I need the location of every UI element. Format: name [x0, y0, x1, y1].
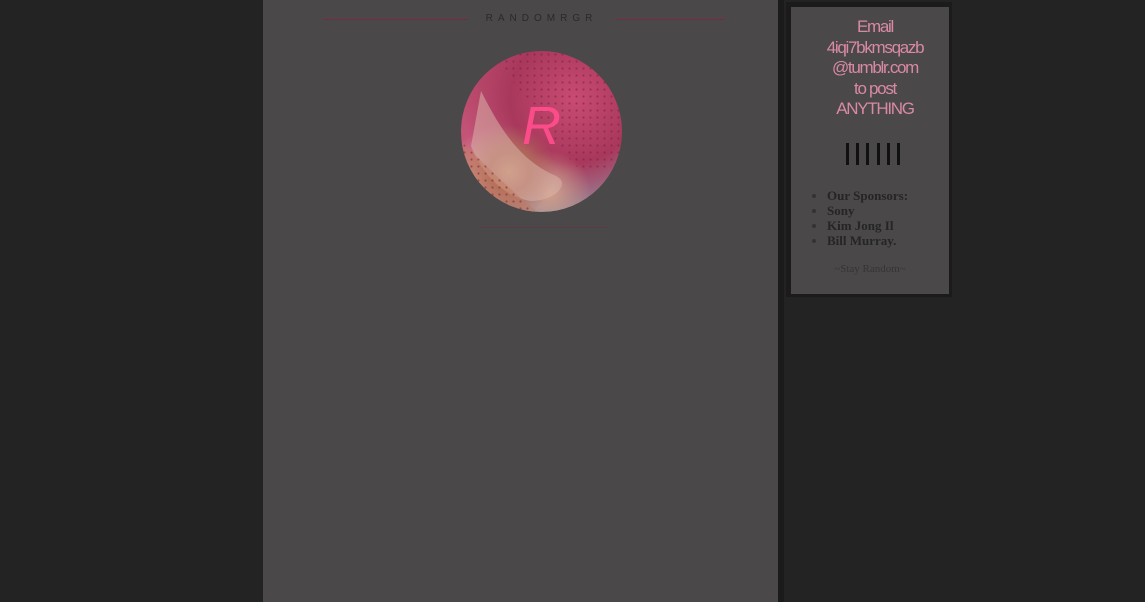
email-line-1: Email — [856, 17, 894, 36]
sponsor-item: Kim Jong Il — [827, 218, 908, 233]
blog-title-link[interactable]: RANDOMRGR — [468, 13, 615, 24]
sponsors-heading: Our Sponsors: — [827, 188, 908, 203]
sponsor-item: Sony — [827, 203, 908, 218]
signoff-text: ~Stay Random~ — [834, 263, 906, 275]
sidebar-panel: Email 4iqi7bkmsqazb @tumblr.com to post … — [791, 7, 949, 294]
avatar-underline — [478, 227, 608, 228]
page: RANDOMRGR R Email 4iqi7bkmsqazb @tumblr.… — [0, 0, 1145, 602]
submit-email-notice: Email 4iqi7bkmsqazb @tumblr.com to post … — [791, 17, 959, 120]
column-divider — [778, 0, 784, 602]
email-line-5: ANYTHING — [836, 99, 915, 118]
sidebar: Email 4iqi7bkmsqazb @tumblr.com to post … — [786, 2, 952, 297]
bar-mark — [866, 143, 870, 165]
main-column: RANDOMRGR R — [263, 0, 778, 602]
blog-header: RANDOMRGR — [263, 10, 778, 30]
email-line-2: 4iqi7bkmsqazb — [826, 37, 925, 57]
bars-divider — [846, 143, 900, 165]
bar-mark — [846, 143, 849, 165]
avatar-letter: R — [522, 96, 561, 156]
sponsor-item: Bill Murray. — [827, 233, 908, 248]
header-line-left — [323, 19, 468, 20]
bar-mark — [856, 143, 860, 165]
blog-avatar[interactable]: R — [461, 51, 622, 212]
bar-mark — [896, 143, 900, 165]
bar-mark — [886, 143, 890, 165]
email-line-3: @tumblr.com — [831, 58, 919, 77]
bar-mark — [876, 143, 880, 165]
sponsors-list: Our Sponsors: Sony Kim Jong Il Bill Murr… — [813, 188, 908, 248]
header-line-right — [615, 19, 725, 20]
email-line-4: to post — [854, 78, 897, 98]
